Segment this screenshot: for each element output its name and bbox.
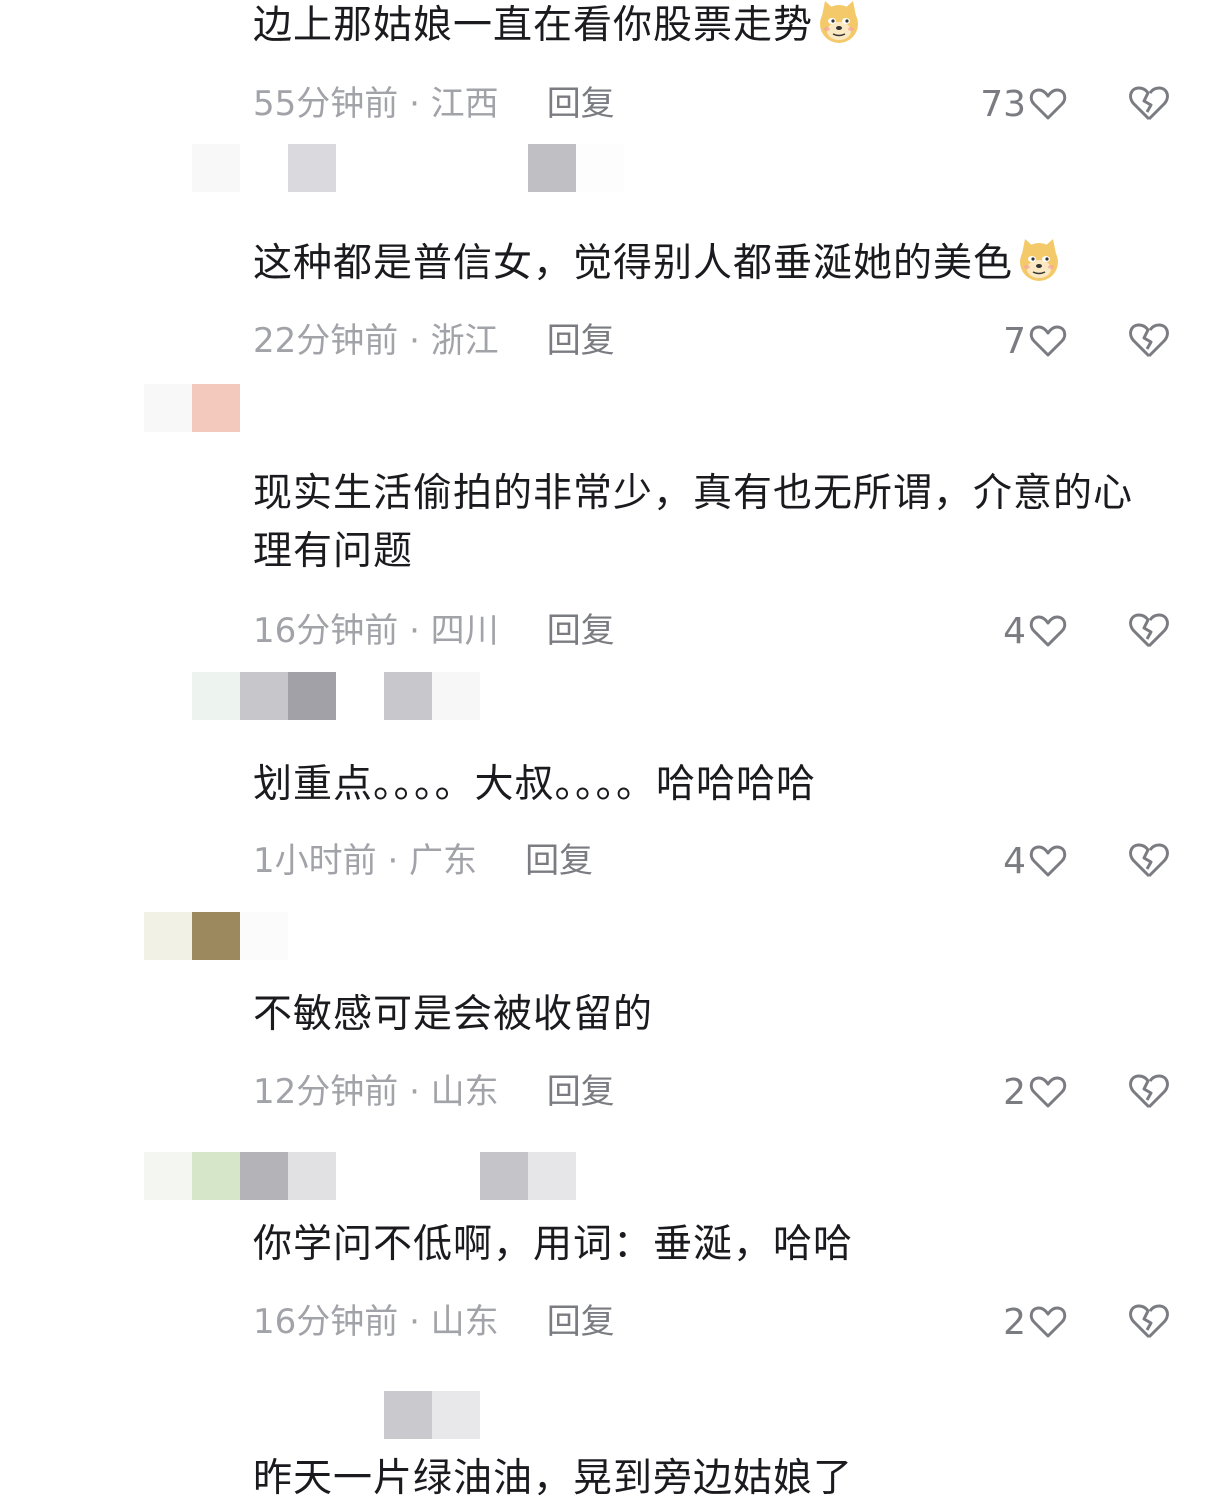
broken-heart-icon[interactable] <box>1127 81 1171 125</box>
reply-button[interactable]: 回复 <box>547 603 615 652</box>
comment-text: 划重点。。。。大叔。。。。哈哈哈哈 <box>253 762 817 807</box>
reply-button[interactable]: 回复 <box>547 313 615 362</box>
mosaic-pixel <box>144 384 192 432</box>
mosaic-pixel <box>240 672 288 720</box>
comment-text-partial: 昨天一片绿油油，晃到旁边姑娘了 <box>253 1456 854 1501</box>
mosaic-pixel <box>192 912 240 960</box>
comment-text: 这种都是普信女，觉得别人都垂涎她的美色 <box>253 235 1153 293</box>
username-mosaic[interactable] <box>192 144 624 192</box>
doge-emoji-icon <box>1020 239 1059 281</box>
mosaic-pixel <box>384 1391 432 1439</box>
like-button[interactable]: 7 <box>1003 317 1068 365</box>
broken-heart-icon[interactable] <box>1127 608 1171 652</box>
comment-time-location: 1小时前 · 广东 <box>253 840 478 881</box>
like-button[interactable]: 4 <box>1003 837 1068 885</box>
username-mosaic[interactable] <box>384 1391 480 1439</box>
mosaic-pixel <box>144 1152 192 1200</box>
reply-button[interactable]: 回复 <box>547 76 615 125</box>
mosaic-pixel <box>288 1152 336 1200</box>
reply-button[interactable]: 回复 <box>547 1064 615 1113</box>
mosaic-pixel <box>288 144 336 192</box>
mosaic-pixel <box>192 384 240 432</box>
comment-meta: 1小时前 · 广东 回复 <box>253 833 593 881</box>
heart-outline-icon <box>1029 845 1067 877</box>
heart-outline-icon <box>1029 615 1067 647</box>
comment-time-location: 12分钟前 · 山东 <box>253 1071 499 1112</box>
mosaic-pixel <box>192 672 240 720</box>
like-button[interactable]: 2 <box>1003 1068 1068 1116</box>
comment-time-location: 16分钟前 · 山东 <box>253 1301 499 1342</box>
like-count: 7 <box>1003 320 1026 362</box>
mosaic-pixel <box>192 144 240 192</box>
mosaic-pixel <box>528 1152 576 1200</box>
comment-meta: 16分钟前 · 四川 回复 <box>253 603 615 651</box>
like-button[interactable]: 73 <box>980 80 1068 128</box>
username-mosaic[interactable] <box>144 1152 576 1200</box>
comment-text: 你学问不低啊，用词：垂涎，哈哈 <box>253 1222 854 1267</box>
comment-text: 不敏感可是会被收留的 <box>253 992 654 1037</box>
like-count: 4 <box>1003 840 1026 882</box>
comment-time-location: 22分钟前 · 浙江 <box>253 320 499 361</box>
username-mosaic[interactable] <box>192 672 480 720</box>
heart-outline-icon <box>1029 325 1067 357</box>
broken-heart-icon[interactable] <box>1127 1299 1171 1343</box>
mosaic-pixel <box>480 1152 528 1200</box>
comment-time-location: 55分钟前 · 江西 <box>253 83 499 124</box>
like-count: 2 <box>1003 1071 1026 1113</box>
like-count: 4 <box>1003 610 1026 652</box>
like-button[interactable]: 2 <box>1003 1298 1068 1346</box>
username-mosaic[interactable] <box>144 384 240 432</box>
mosaic-pixel <box>144 912 192 960</box>
like-count: 2 <box>1003 1301 1026 1343</box>
comment-meta: 12分钟前 · 山东 回复 <box>253 1064 615 1112</box>
doge-emoji-icon <box>820 1 859 43</box>
broken-heart-icon[interactable] <box>1127 318 1171 362</box>
mosaic-pixel <box>288 672 336 720</box>
comment-meta: 16分钟前 · 山东 回复 <box>253 1294 615 1342</box>
comment-text: 现实生活偷拍的非常少，真有也无所谓，介意的心理有问题 <box>253 471 1134 574</box>
username-mosaic[interactable] <box>144 912 288 960</box>
broken-heart-icon[interactable] <box>1127 838 1171 882</box>
comment-meta: 22分钟前 · 浙江 回复 <box>253 313 615 361</box>
reply-button[interactable]: 回复 <box>525 833 593 882</box>
mosaic-pixel <box>432 672 480 720</box>
heart-outline-icon <box>1029 1306 1067 1338</box>
reply-button[interactable]: 回复 <box>547 1294 615 1343</box>
comment-meta: 55分钟前 · 江西 回复 <box>253 76 615 124</box>
mosaic-pixel <box>240 912 288 960</box>
broken-heart-icon[interactable] <box>1127 1069 1171 1113</box>
like-count: 73 <box>980 83 1026 125</box>
mosaic-pixel <box>192 1152 240 1200</box>
mosaic-pixel <box>384 672 432 720</box>
comment-text: 边上那姑娘一直在看你股票走势 <box>253 0 1153 55</box>
mosaic-pixel <box>240 1152 288 1200</box>
mosaic-pixel <box>576 144 624 192</box>
heart-outline-icon <box>1029 1076 1067 1108</box>
heart-outline-icon <box>1029 88 1067 120</box>
comment-time-location: 16分钟前 · 四川 <box>253 610 499 651</box>
mosaic-pixel <box>528 144 576 192</box>
like-button[interactable]: 4 <box>1003 607 1068 655</box>
mosaic-pixel <box>432 1391 480 1439</box>
